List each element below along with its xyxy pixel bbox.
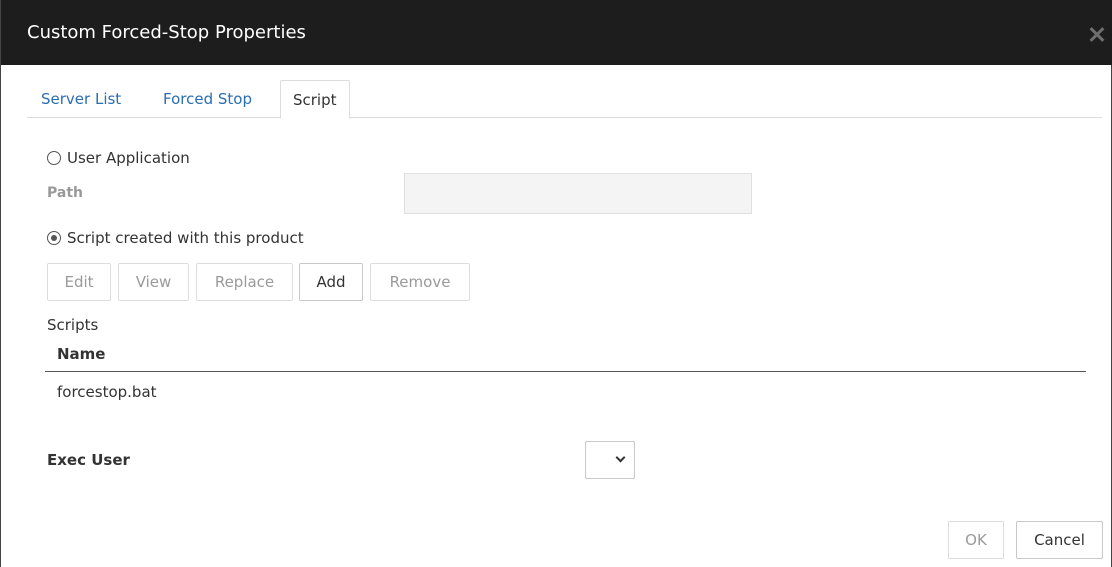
scripts-label: Scripts xyxy=(47,316,99,334)
path-input xyxy=(404,173,752,214)
dialog-titlebar: Custom Forced-Stop Properties xyxy=(1,0,1112,65)
tab-bar: Server List Forced Stop Script xyxy=(27,80,1102,119)
dialog-title: Custom Forced-Stop Properties xyxy=(27,22,306,43)
script-product-label: Script created with this product xyxy=(67,229,304,247)
path-label: Path xyxy=(47,185,83,201)
user-application-label: User Application xyxy=(67,149,190,167)
tab-forced-stop[interactable]: Forced Stop xyxy=(151,80,264,118)
view-button: View xyxy=(118,263,189,301)
script-product-option[interactable]: Script created with this product xyxy=(47,229,304,247)
replace-button: Replace xyxy=(196,263,293,301)
table-row[interactable]: forcestop.bat xyxy=(57,383,157,401)
properties-dialog: Custom Forced-Stop Properties Server Lis… xyxy=(0,0,1112,567)
remove-button: Remove xyxy=(370,263,470,301)
user-application-radio[interactable] xyxy=(47,151,61,165)
ok-button: OK xyxy=(948,521,1004,559)
user-application-option[interactable]: User Application xyxy=(47,149,190,167)
tab-script[interactable]: Script xyxy=(280,80,350,119)
tab-server-list[interactable]: Server List xyxy=(29,80,133,118)
cancel-button[interactable]: Cancel xyxy=(1016,521,1103,559)
add-button[interactable]: Add xyxy=(299,263,363,301)
edit-button: Edit xyxy=(47,263,111,301)
exec-user-select[interactable] xyxy=(585,441,635,479)
script-product-radio[interactable] xyxy=(47,231,61,245)
close-icon[interactable] xyxy=(1089,26,1105,42)
exec-user-label: Exec User xyxy=(47,451,130,469)
name-column-header: Name xyxy=(57,345,106,363)
chevron-down-icon xyxy=(615,452,626,463)
table-header-divider xyxy=(45,371,1086,372)
